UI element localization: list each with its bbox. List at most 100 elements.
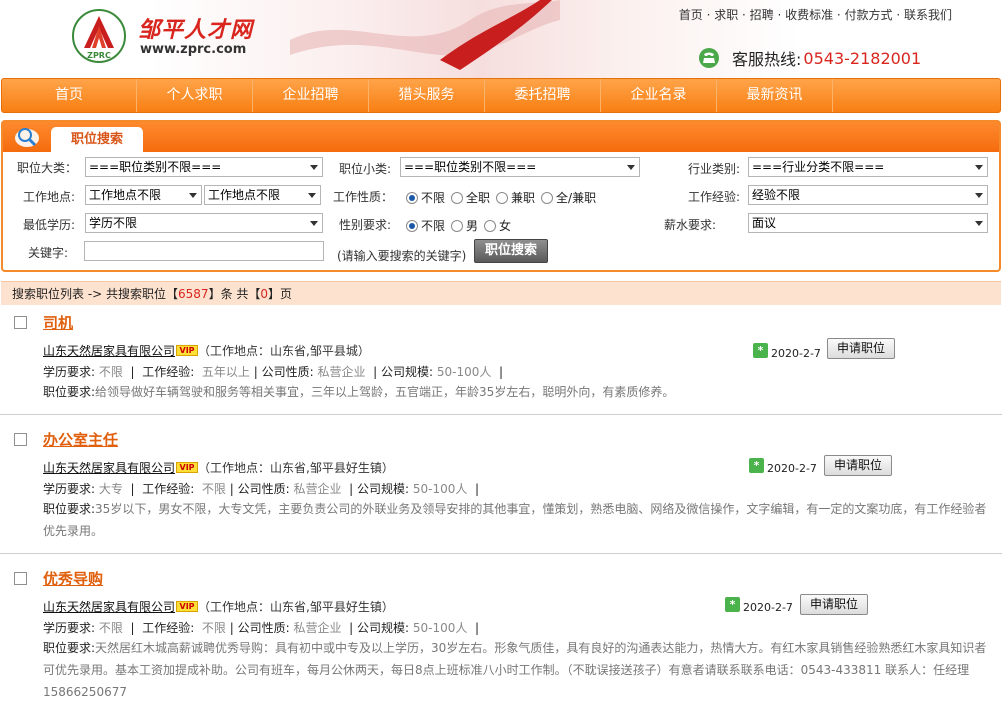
radio-icon <box>484 219 497 232</box>
job-location: （工作地点：山东省,邹平县城） <box>198 344 370 358</box>
vip-badge: VIP <box>176 462 199 473</box>
logo-text: ZPRC <box>87 51 111 60</box>
keyword-label: 关键字: <box>28 246 69 260</box>
scale-value: 50-100人 <box>436 365 492 379</box>
nature-option-fulltime[interactable]: 全职 <box>451 189 490 206</box>
nav-home[interactable]: 首页 <box>2 79 137 112</box>
search-icon <box>15 128 39 147</box>
company-name[interactable]: 山东天然居家具有限公司 <box>43 461 175 475</box>
nav-job-seeking[interactable]: 个人求职 <box>137 79 253 112</box>
hotline-number: 0543-2182001 <box>803 48 922 68</box>
result-count: 6587 <box>178 287 209 301</box>
nav-headhunting[interactable]: 猎头服务 <box>369 79 485 112</box>
gender-option-male[interactable]: 男 <box>451 217 478 234</box>
vip-badge: VIP <box>176 345 199 356</box>
job-listing: 司机 山东天然居家具有限公司 VIP （工作地点：山东省,邹平县城） 学历要求: 不… <box>0 305 1002 415</box>
job-location: （工作地点：山东省,邹平县好生镇） <box>198 600 394 614</box>
job-duties: 职位要求:35岁以下，男女不限，大专文凭，主要负责公司的外联业务及领导安排的其他… <box>43 502 987 538</box>
job-listing: 优秀导购 山东天然居家具有限公司 VIP （工作地点：山东省,邹平县好生镇） 学历要… <box>0 561 1002 699</box>
new-icon: * <box>725 597 740 612</box>
brand-name: 邹平人才网 <box>138 17 254 43</box>
search-tab[interactable]: 职位搜索 <box>51 127 143 152</box>
radio-icon <box>451 219 464 232</box>
experience-value: 不限 <box>201 482 226 496</box>
brand-url: www.zprc.com <box>140 42 247 57</box>
search-panel-header: 职位搜索 <box>3 122 999 152</box>
nav-entrusted-hiring[interactable]: 委托招聘 <box>485 79 601 112</box>
job-duties: 职位要求:天然居红木城高薪诚聘优秀导购：具有初中或中专及以上学历，30岁左右。形… <box>43 641 987 699</box>
location-province-select[interactable]: 工作地点不限 <box>85 185 202 205</box>
phone-icon <box>699 48 719 68</box>
education-value: 大专 <box>98 482 123 496</box>
subcategory-select[interactable]: ===职位类别不限=== <box>400 157 640 177</box>
new-icon: * <box>749 458 764 473</box>
job-location: （工作地点：山东省,邹平县好生镇） <box>198 461 394 475</box>
scale-value: 50-100人 <box>412 621 468 635</box>
gender-label: 性别要求: <box>339 218 392 232</box>
education-value: 不限 <box>98 621 123 635</box>
gender-radio-group: 不限 男 女 <box>406 217 517 234</box>
category-label: 职位大类： <box>17 160 78 175</box>
category-row: 职位大类： <box>17 156 77 178</box>
job-title[interactable]: 优秀导购 <box>43 568 103 589</box>
result-summary: 搜索职位列表 -> 共搜索职位【6587】条 共【0】页 <box>1 281 1001 305</box>
job-duties: 职位要求:给领导做好车辆驾驶和服务等相关事宜，三年以上驾龄，五官端正，年龄35岁… <box>43 385 675 399</box>
job-select-checkbox[interactable] <box>14 572 27 585</box>
job-date: * 2020-2-7 <box>749 456 817 475</box>
job-date: * 2020-2-7 <box>725 595 793 614</box>
job-search-button[interactable]: 职位搜索 <box>474 239 549 263</box>
nav-latest-news[interactable]: 最新资讯 <box>717 79 833 112</box>
site-header: ZPRC 邹平人才网 www.zprc.com 首页 · 求职 · 招聘 · 收… <box>0 0 1002 78</box>
keyword-input[interactable] <box>84 241 324 261</box>
nature-option-any[interactable]: 不限 <box>406 189 445 206</box>
nature-value: 私营企业 <box>293 621 342 635</box>
industry-select[interactable]: ===行业分类不限=== <box>748 157 988 177</box>
divider <box>0 414 1002 415</box>
location-city-select[interactable]: 工作地点不限 <box>204 185 321 205</box>
education-value: 不限 <box>98 365 123 379</box>
job-title[interactable]: 办公室主任 <box>43 429 118 450</box>
job-title[interactable]: 司机 <box>43 312 73 333</box>
nature-value: 私营企业 <box>293 482 342 496</box>
radio-icon <box>496 191 509 204</box>
experience-label: 工作经验: <box>688 190 741 204</box>
new-icon: * <box>753 343 768 358</box>
salary-select[interactable]: 面议 <box>748 213 988 233</box>
apply-job-button[interactable]: 申请职位 <box>824 455 893 476</box>
nav-recruiting[interactable]: 企业招聘 <box>253 79 369 112</box>
radio-icon <box>451 191 464 204</box>
job-info: 学历要求: 不限 | 工作经验: 不限 | 公司性质: 私营企业 | 公司规模:… <box>43 621 480 635</box>
job-search-panel: 职位搜索 职位大类： ===职位类别不限=== 职位小类: ===职位类别不限=… <box>1 120 1001 272</box>
company-name[interactable]: 山东天然居家具有限公司 <box>43 344 175 358</box>
hotline: 客服热线: 0543-2182001 <box>698 46 921 70</box>
job-select-checkbox[interactable] <box>14 433 27 446</box>
nature-option-both[interactable]: 全/兼职 <box>541 189 596 206</box>
company-name[interactable]: 山东天然居家具有限公司 <box>43 600 175 614</box>
site-logo[interactable]: ZPRC <box>70 8 128 64</box>
hotline-label: 客服热线: <box>732 50 802 69</box>
location-label: 工作地点: <box>23 190 76 204</box>
gender-option-female[interactable]: 女 <box>484 217 511 234</box>
company-line: 山东天然居家具有限公司 VIP （工作地点：山东省,邹平县好生镇） <box>43 598 394 615</box>
nature-radio-group: 不限 全职 兼职 全/兼职 <box>406 189 602 206</box>
ribbon-decoration <box>290 0 560 70</box>
apply-job-button[interactable]: 申请职位 <box>800 594 869 615</box>
gender-option-any[interactable]: 不限 <box>406 217 445 234</box>
top-links[interactable]: 首页 · 求职 · 招聘 · 收费标准 · 付款方式 · 联系我们 <box>679 6 952 23</box>
education-select[interactable]: 学历不限 <box>85 213 323 233</box>
experience-select[interactable]: 经验不限 <box>748 185 988 205</box>
radio-icon <box>541 191 554 204</box>
scale-value: 50-100人 <box>412 482 468 496</box>
job-info: 学历要求: 大专 | 工作经验: 不限 | 公司性质: 私营企业 | 公司规模:… <box>43 482 480 496</box>
nav-company-directory[interactable]: 企业名录 <box>601 79 717 112</box>
apply-job-button[interactable]: 申请职位 <box>827 338 896 359</box>
nature-option-parttime[interactable]: 兼职 <box>496 189 535 206</box>
nature-value: 私营企业 <box>317 365 366 379</box>
category-select[interactable]: ===职位类别不限=== <box>85 157 323 177</box>
education-label: 最低学历: <box>23 218 76 232</box>
job-info: 学历要求: 不限 | 工作经验: 五年以上 | 公司性质: 私营企业 | 公司规… <box>43 365 504 379</box>
keyword-hint: (请输入要搜索的关键字) <box>337 249 467 263</box>
job-select-checkbox[interactable] <box>14 316 27 329</box>
experience-value: 五年以上 <box>201 365 250 379</box>
radio-selected-icon <box>406 219 418 232</box>
